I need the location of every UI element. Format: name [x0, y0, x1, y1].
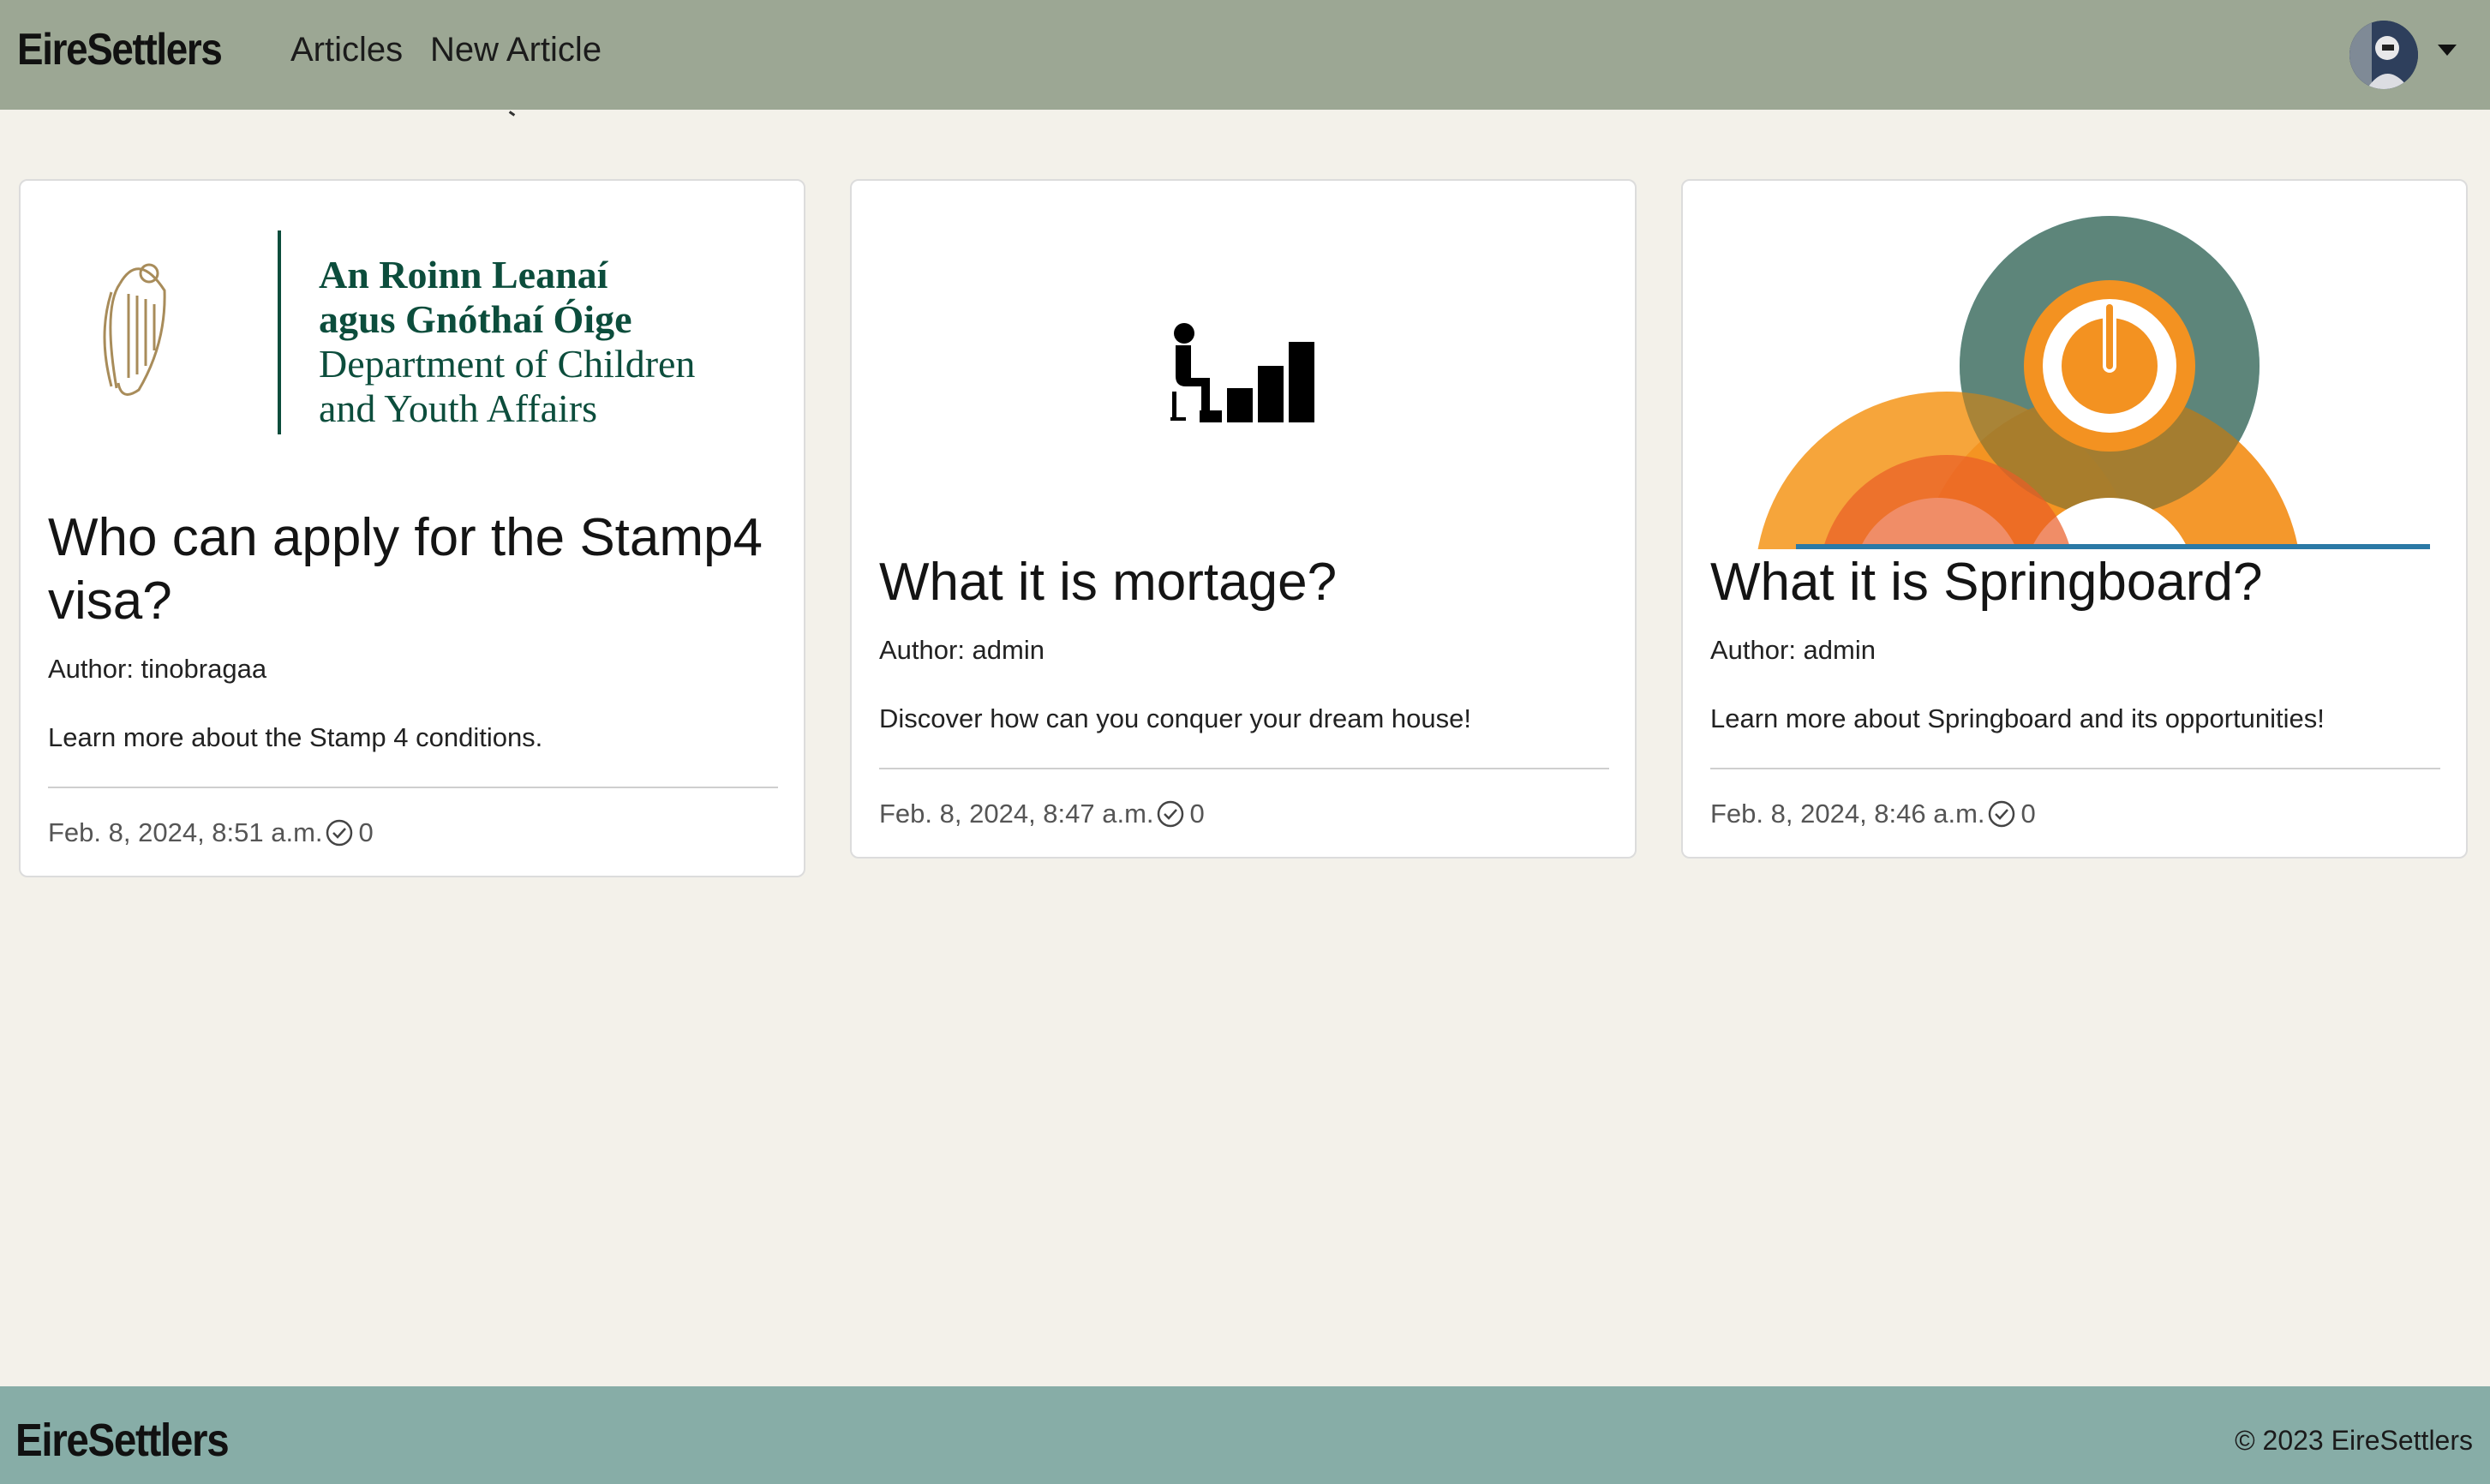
article-count: 0 [1189, 799, 1205, 829]
footer-brand[interactable]: EireSettlers [15, 1414, 230, 1467]
logo-line: An Roinn Leanaí [319, 253, 608, 296]
check-circle-icon [1988, 800, 2014, 828]
stray-mark [508, 111, 516, 117]
article-date: Feb. 8, 2024, 8:46 a.m. [1710, 799, 1985, 829]
article-author: Author: tinobragaa [48, 654, 267, 684]
copyright-text: © 2023 EireSettlers [2235, 1425, 2473, 1456]
user-avatar[interactable] [2349, 21, 2418, 89]
article-image-springboard-logo [1709, 206, 2442, 549]
dcya-logo-text: An Roinn Leanaí agus Gnóthaí Óige Depart… [319, 253, 695, 431]
nav-link-new-article[interactable]: New Article [430, 31, 602, 69]
mortgage-steps-icon [1170, 323, 1314, 422]
article-title[interactable]: Who can apply for the Stamp4 visa? [48, 506, 781, 633]
article-author: Author: admin [1710, 635, 1876, 665]
card-divider [1710, 768, 2440, 769]
check-circle-icon [1157, 800, 1183, 828]
logo-line: Department of Children [319, 342, 696, 386]
article-description: Learn more about Springboard and its opp… [1710, 703, 2325, 733]
logo-line: agus Gnóthaí Óige [319, 297, 632, 341]
brand-logo[interactable]: EireSettlers [17, 24, 223, 75]
card-divider [879, 768, 1609, 769]
article-meta: Feb. 8, 2024, 8:51 a.m. 0 [48, 817, 374, 848]
logo-line: and Youth Affairs [319, 386, 598, 430]
article-card[interactable]: What it is Springboard? Author: admin Le… [1681, 179, 2468, 859]
article-title[interactable]: What it is Springboard? [1710, 551, 2444, 614]
article-count: 0 [358, 817, 374, 847]
article-author: Author: admin [879, 635, 1044, 665]
article-image-dcya-logo: An Roinn Leanaí agus Gnóthaí Óige Depart… [46, 206, 780, 434]
article-meta: Feb. 8, 2024, 8:47 a.m. 0 [879, 799, 1205, 829]
footer: EireSettlers © 2023 EireSettlers [0, 1386, 2490, 1484]
article-card[interactable]: An Roinn Leanaí agus Gnóthaí Óige Depart… [19, 179, 805, 877]
check-circle-icon [326, 819, 352, 847]
article-description: Discover how can you conquer your dream … [879, 703, 1471, 733]
article-count: 0 [2020, 799, 2036, 829]
navbar: EireSettlers Articles New Article [0, 0, 2490, 110]
article-date: Feb. 8, 2024, 8:47 a.m. [879, 799, 1154, 829]
article-image-mortgage [877, 206, 1611, 464]
caret-down-icon[interactable] [2438, 45, 2457, 56]
article-description: Learn more about the Stamp 4 conditions. [48, 722, 543, 752]
nav-link-articles[interactable]: Articles [290, 31, 403, 69]
article-meta: Feb. 8, 2024, 8:46 a.m. 0 [1710, 799, 2036, 829]
article-date: Feb. 8, 2024, 8:51 a.m. [48, 817, 323, 847]
springboard-logo-icon [1757, 216, 2430, 549]
card-divider [48, 787, 778, 788]
article-title[interactable]: What it is mortage? [879, 551, 1613, 614]
article-card[interactable]: What it is mortage? Author: admin Discov… [850, 179, 1637, 859]
